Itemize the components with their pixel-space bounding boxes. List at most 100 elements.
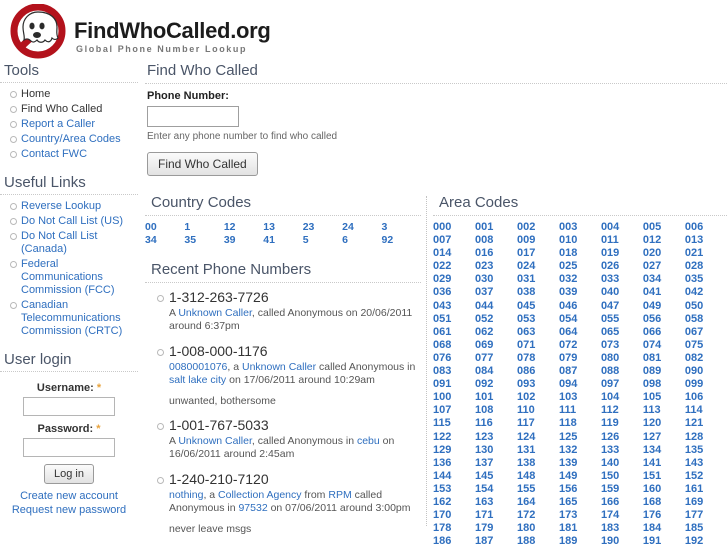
area-code-075[interactable]: 075: [685, 339, 727, 352]
recent-description-link[interactable]: Collection Agency: [218, 489, 301, 501]
area-code-116[interactable]: 116: [475, 417, 517, 430]
area-code-148[interactable]: 148: [517, 470, 559, 483]
country-code-35[interactable]: 35: [184, 234, 223, 247]
area-code-000[interactable]: 000: [433, 221, 475, 234]
sidebar-item-country-area-codes[interactable]: Country/Area Codes: [10, 132, 138, 147]
phone-number-input[interactable]: [147, 106, 239, 127]
area-code-036[interactable]: 036: [433, 286, 475, 299]
area-code-187[interactable]: 187: [475, 535, 517, 545]
area-code-190[interactable]: 190: [601, 535, 643, 545]
sidebar-item-dnc-canada[interactable]: Do Not Call List (Canada): [10, 229, 138, 257]
area-code-088[interactable]: 088: [601, 365, 643, 378]
area-code-009[interactable]: 009: [517, 234, 559, 247]
area-code-161[interactable]: 161: [685, 483, 727, 496]
area-code-032[interactable]: 032: [559, 273, 601, 286]
area-code-071[interactable]: 071: [517, 339, 559, 352]
area-code-156[interactable]: 156: [559, 483, 601, 496]
country-code-24[interactable]: 24: [342, 221, 381, 234]
area-code-191[interactable]: 191: [643, 535, 685, 545]
area-code-043[interactable]: 043: [433, 300, 475, 313]
area-code-134[interactable]: 134: [643, 444, 685, 457]
area-code-185[interactable]: 185: [685, 522, 727, 535]
area-code-164[interactable]: 164: [517, 496, 559, 509]
recent-number-link[interactable]: 1-001-767-5033: [169, 417, 421, 433]
sidebar-link-country-area-codes[interactable]: Country/Area Codes: [21, 133, 121, 145]
area-code-062[interactable]: 062: [475, 326, 517, 339]
sidebar-link-dnc-us[interactable]: Do Not Call List (US): [21, 215, 123, 227]
username-input[interactable]: [23, 397, 115, 416]
sidebar-item-find-who-called[interactable]: Find Who Called: [10, 102, 138, 117]
recent-number-link[interactable]: 1-240-210-7120: [169, 471, 421, 487]
area-code-118[interactable]: 118: [559, 417, 601, 430]
area-code-103[interactable]: 103: [559, 391, 601, 404]
country-code-5[interactable]: 5: [303, 234, 342, 247]
area-code-093[interactable]: 093: [517, 378, 559, 391]
area-code-051[interactable]: 051: [433, 313, 475, 326]
area-code-169[interactable]: 169: [685, 496, 727, 509]
area-code-087[interactable]: 087: [559, 365, 601, 378]
sidebar-link-reverse-lookup[interactable]: Reverse Lookup: [21, 200, 101, 212]
recent-number-link[interactable]: 1-008-000-1176: [169, 343, 421, 359]
area-code-054[interactable]: 054: [559, 313, 601, 326]
area-code-089[interactable]: 089: [643, 365, 685, 378]
area-code-030[interactable]: 030: [475, 273, 517, 286]
area-code-080[interactable]: 080: [601, 352, 643, 365]
area-code-155[interactable]: 155: [517, 483, 559, 496]
area-code-047[interactable]: 047: [601, 300, 643, 313]
create-new-account-link[interactable]: Create new account: [4, 489, 134, 503]
area-code-189[interactable]: 189: [559, 535, 601, 545]
area-code-055[interactable]: 055: [601, 313, 643, 326]
area-code-174[interactable]: 174: [601, 509, 643, 522]
area-code-179[interactable]: 179: [475, 522, 517, 535]
area-code-180[interactable]: 180: [517, 522, 559, 535]
area-code-068[interactable]: 068: [433, 339, 475, 352]
area-code-038[interactable]: 038: [517, 286, 559, 299]
recent-description-link[interactable]: 97532: [238, 502, 267, 514]
area-code-078[interactable]: 078: [517, 352, 559, 365]
area-code-122[interactable]: 122: [433, 431, 475, 444]
area-code-188[interactable]: 188: [517, 535, 559, 545]
area-code-092[interactable]: 092: [475, 378, 517, 391]
area-code-016[interactable]: 016: [475, 247, 517, 260]
recent-description-link[interactable]: nothing: [169, 489, 203, 501]
sidebar-item-home[interactable]: Home: [10, 87, 138, 102]
area-code-029[interactable]: 029: [433, 273, 475, 286]
area-code-125[interactable]: 125: [559, 431, 601, 444]
area-code-133[interactable]: 133: [601, 444, 643, 457]
area-code-091[interactable]: 091: [433, 378, 475, 391]
area-code-066[interactable]: 066: [643, 326, 685, 339]
sidebar-link-home[interactable]: Home: [21, 88, 50, 100]
area-code-160[interactable]: 160: [643, 483, 685, 496]
area-code-083[interactable]: 083: [433, 365, 475, 378]
area-code-013[interactable]: 013: [685, 234, 727, 247]
country-code-3[interactable]: 3: [382, 221, 421, 234]
area-code-028[interactable]: 028: [685, 260, 727, 273]
area-code-067[interactable]: 067: [685, 326, 727, 339]
area-code-159[interactable]: 159: [601, 483, 643, 496]
area-code-172[interactable]: 172: [517, 509, 559, 522]
area-code-097[interactable]: 097: [601, 378, 643, 391]
area-code-105[interactable]: 105: [643, 391, 685, 404]
area-code-074[interactable]: 074: [643, 339, 685, 352]
sidebar-item-contact-fwc[interactable]: Contact FWC: [10, 147, 138, 162]
area-code-104[interactable]: 104: [601, 391, 643, 404]
area-code-019[interactable]: 019: [601, 247, 643, 260]
area-code-001[interactable]: 001: [475, 221, 517, 234]
sidebar-link-report-a-caller[interactable]: Report a Caller: [21, 118, 95, 130]
sidebar-item-report-a-caller[interactable]: Report a Caller: [10, 117, 138, 132]
country-code-1[interactable]: 1: [184, 221, 223, 234]
password-input[interactable]: [23, 438, 115, 457]
area-code-063[interactable]: 063: [517, 326, 559, 339]
area-code-021[interactable]: 021: [685, 247, 727, 260]
area-code-171[interactable]: 171: [475, 509, 517, 522]
area-code-061[interactable]: 061: [433, 326, 475, 339]
country-code-12[interactable]: 12: [224, 221, 263, 234]
area-code-056[interactable]: 056: [643, 313, 685, 326]
area-code-149[interactable]: 149: [559, 470, 601, 483]
area-code-050[interactable]: 050: [685, 300, 727, 313]
area-code-039[interactable]: 039: [559, 286, 601, 299]
area-code-014[interactable]: 014: [433, 247, 475, 260]
area-code-065[interactable]: 065: [601, 326, 643, 339]
area-code-017[interactable]: 017: [517, 247, 559, 260]
area-code-106[interactable]: 106: [685, 391, 727, 404]
